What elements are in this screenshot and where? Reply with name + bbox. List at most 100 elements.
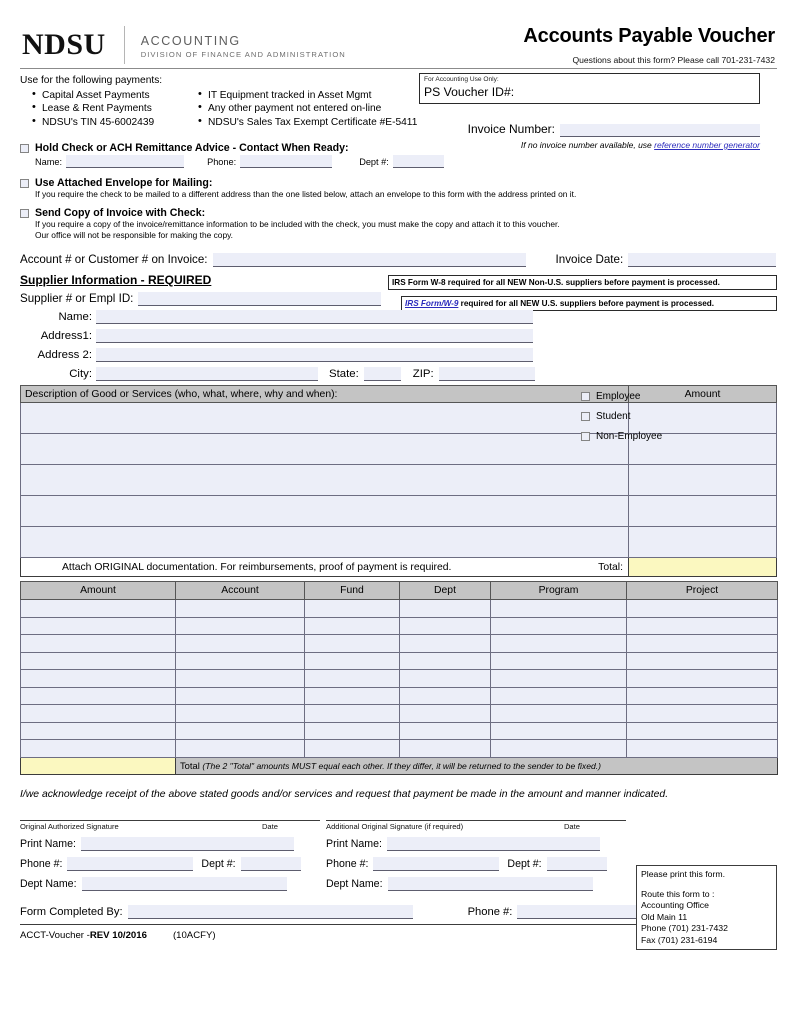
right-phone-input[interactable] (373, 856, 500, 871)
supplier-address1-input[interactable] (96, 329, 533, 343)
dist-account-cell[interactable] (175, 669, 305, 688)
description-cell[interactable] (20, 526, 629, 558)
irs-w9-link[interactable]: IRS Form/W-9 (405, 299, 458, 308)
dist-fund-cell[interactable] (304, 651, 400, 670)
dist-amount-cell[interactable] (20, 686, 176, 705)
send-copy-checkbox[interactable] (20, 209, 29, 218)
dist-amount-cell[interactable] (20, 721, 176, 740)
supplier-zip-input[interactable] (438, 367, 535, 381)
left-dept-num-input[interactable] (240, 856, 301, 871)
dist-project-cell[interactable] (626, 634, 778, 653)
dist-fund-cell[interactable] (304, 634, 400, 653)
dist-project-cell[interactable] (626, 721, 778, 740)
dist-dept-cell[interactable] (399, 686, 491, 705)
supplier-name-input[interactable] (96, 310, 533, 324)
dist-project-cell[interactable] (626, 599, 778, 618)
dist-program-cell[interactable] (490, 616, 627, 635)
dist-fund-cell[interactable] (304, 721, 400, 740)
dist-account-cell[interactable] (175, 739, 305, 758)
dist-account-cell[interactable] (175, 616, 305, 635)
hold-check-checkbox[interactable] (20, 144, 29, 153)
dist-program-cell[interactable] (490, 739, 627, 758)
invoice-date-input[interactable] (628, 253, 777, 267)
dist-dept-cell[interactable] (399, 721, 491, 740)
dist-program-cell[interactable] (490, 634, 627, 653)
dist-fund-cell[interactable] (304, 669, 400, 688)
dist-account-cell[interactable] (175, 686, 305, 705)
supplier-address2-input[interactable] (96, 348, 533, 362)
supplier-id-input[interactable] (138, 292, 382, 306)
dist-project-cell[interactable] (626, 616, 778, 635)
dist-program-cell[interactable] (490, 721, 627, 740)
hold-phone-input[interactable] (240, 155, 333, 168)
dist-amount-cell[interactable] (20, 704, 176, 723)
amount-cell[interactable] (628, 526, 777, 558)
dist-dept-cell[interactable] (399, 651, 491, 670)
dist-fund-cell[interactable] (304, 686, 400, 705)
employee-checkbox[interactable] (581, 392, 590, 401)
right-dept-name-input[interactable] (387, 876, 593, 891)
dist-amount-cell[interactable] (20, 669, 176, 688)
distribution-total-input[interactable] (20, 756, 176, 775)
envelope-row[interactable]: Use Attached Envelope for Mailing: (20, 177, 777, 189)
payee-type-employee[interactable]: Employee (581, 391, 662, 402)
non-employee-checkbox[interactable] (581, 432, 590, 441)
supplier-state-input[interactable] (363, 367, 401, 381)
amount-cell[interactable] (628, 464, 777, 496)
left-print-name-input[interactable] (80, 836, 294, 851)
completed-phone-input[interactable] (517, 904, 646, 919)
dist-dept-cell[interactable] (399, 616, 491, 635)
dist-project-cell[interactable] (626, 651, 778, 670)
right-dept-num-input[interactable] (546, 856, 607, 871)
dist-program-cell[interactable] (490, 651, 627, 670)
dist-fund-cell[interactable] (304, 616, 400, 635)
dist-project-cell[interactable] (626, 686, 778, 705)
dist-program-cell[interactable] (490, 599, 627, 618)
dist-amount-cell[interactable] (20, 739, 176, 758)
description-total-input[interactable] (628, 557, 777, 577)
dist-dept-cell[interactable] (399, 739, 491, 758)
dist-account-cell[interactable] (175, 634, 305, 653)
dist-program-cell[interactable] (490, 704, 627, 723)
student-checkbox[interactable] (581, 412, 590, 421)
form-completed-input[interactable] (127, 904, 413, 919)
description-cell[interactable] (20, 464, 629, 496)
dist-dept-cell[interactable] (399, 704, 491, 723)
description-cell[interactable] (20, 433, 629, 465)
dist-account-cell[interactable] (175, 599, 305, 618)
dist-amount-cell[interactable] (20, 634, 176, 653)
supplier-city-input[interactable] (96, 367, 318, 381)
dist-project-cell[interactable] (626, 704, 778, 723)
description-cell[interactable] (20, 495, 629, 527)
dist-account-cell[interactable] (175, 704, 305, 723)
dist-project-cell[interactable] (626, 739, 778, 758)
dist-dept-cell[interactable] (399, 599, 491, 618)
dist-program-cell[interactable] (490, 686, 627, 705)
dist-dept-cell[interactable] (399, 634, 491, 653)
dist-fund-cell[interactable] (304, 739, 400, 758)
description-cell[interactable] (20, 402, 629, 434)
hold-dept-input[interactable] (392, 155, 444, 168)
send-copy-row[interactable]: Send Copy of Invoice with Check: (20, 207, 777, 219)
amount-cell[interactable] (628, 495, 777, 527)
envelope-checkbox[interactable] (20, 179, 29, 188)
dist-project-cell[interactable] (626, 669, 778, 688)
payee-type-student[interactable]: Student (581, 411, 662, 422)
dist-fund-cell[interactable] (304, 599, 400, 618)
dist-program-cell[interactable] (490, 669, 627, 688)
hold-name-input[interactable] (66, 155, 185, 168)
left-phone-input[interactable] (67, 856, 194, 871)
invoice-number-input[interactable] (560, 124, 760, 137)
right-print-name-input[interactable] (386, 836, 600, 851)
dist-account-cell[interactable] (175, 721, 305, 740)
dist-amount-cell[interactable] (20, 599, 176, 618)
left-dept-name-input[interactable] (81, 876, 287, 891)
dist-amount-cell[interactable] (20, 616, 176, 635)
account-number-input[interactable] (212, 253, 526, 267)
dist-fund-cell[interactable] (304, 704, 400, 723)
dist-dept-cell[interactable] (399, 669, 491, 688)
dist-account-cell[interactable] (175, 651, 305, 670)
payee-type-non-employee[interactable]: Non-Employee (581, 431, 662, 442)
dist-amount-cell[interactable] (20, 651, 176, 670)
reference-number-generator-link[interactable]: reference number generator (654, 140, 760, 150)
